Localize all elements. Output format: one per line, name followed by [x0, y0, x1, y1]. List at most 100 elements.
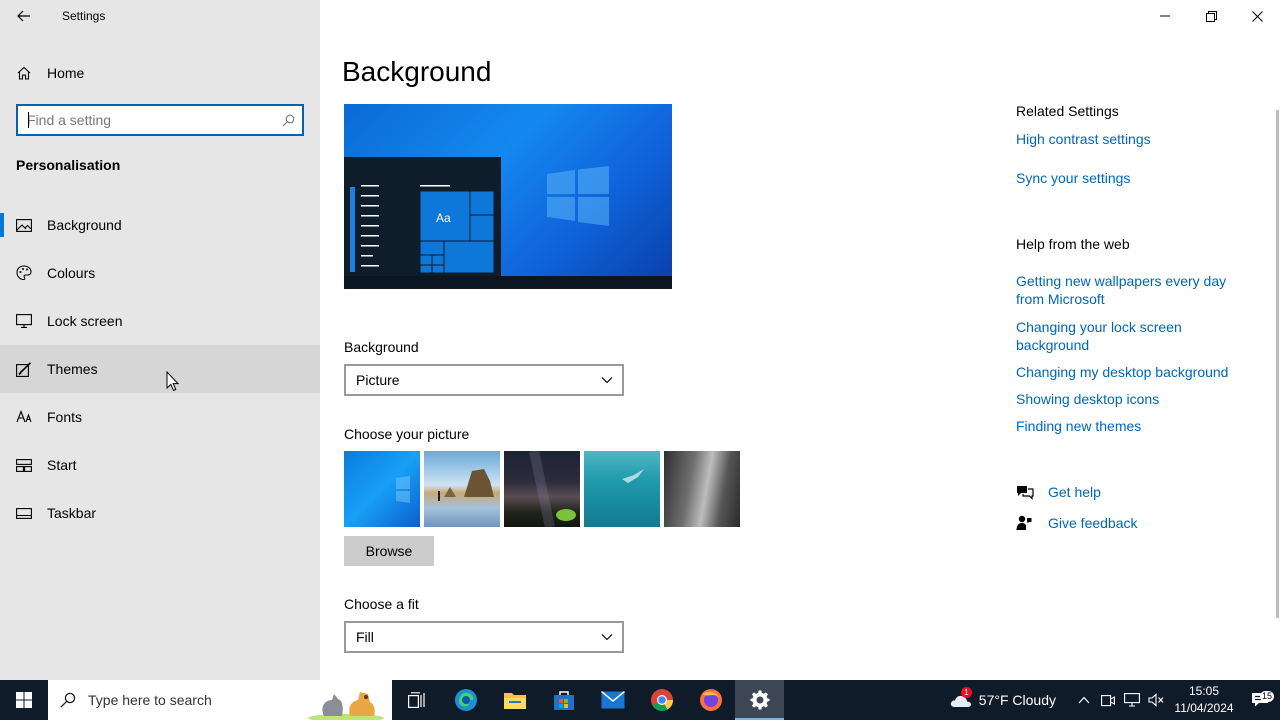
- picture-thumbnail-cliff[interactable]: [664, 451, 740, 527]
- picture-icon: [15, 218, 33, 232]
- close-button[interactable]: [1234, 0, 1280, 32]
- back-button[interactable]: [0, 0, 48, 32]
- clock-date: 11/04/2024: [1174, 701, 1234, 715]
- link-new-themes[interactable]: Finding new themes: [1016, 417, 1246, 435]
- link-sync-settings[interactable]: Sync your settings: [1016, 169, 1246, 187]
- taskbar-edge[interactable]: [441, 680, 490, 720]
- windows-logo-icon: [396, 476, 410, 503]
- taskbar-search[interactable]: Type here to search: [48, 680, 392, 720]
- weather-text: 57°F Cloudy: [978, 692, 1056, 708]
- mouse-pointer-icon: [166, 371, 179, 392]
- text-caret: [28, 112, 29, 128]
- related-settings-title: Related Settings: [1016, 103, 1119, 119]
- sidebar-item-label: Taskbar: [47, 505, 97, 521]
- get-help-link[interactable]: Get help: [1016, 482, 1101, 502]
- tray-volume-button[interactable]: [1144, 693, 1168, 707]
- sidebar-item-lock-screen[interactable]: Lock screen: [0, 297, 320, 345]
- link-desktop-icons[interactable]: Showing desktop icons: [1016, 390, 1246, 408]
- clock-time: 15:05: [1188, 684, 1220, 698]
- give-feedback-link[interactable]: Give feedback: [1016, 513, 1138, 533]
- search-icon[interactable]: [274, 114, 302, 127]
- taskbar-icon: [15, 507, 33, 519]
- window-controls: [1142, 0, 1280, 32]
- picture-thumbnail-night-sky[interactable]: [504, 449, 580, 529]
- sidebar-item-themes[interactable]: Themes: [0, 345, 320, 393]
- taskbar-chrome[interactable]: [637, 680, 686, 720]
- task-view-button[interactable]: [392, 680, 441, 720]
- find-setting-input[interactable]: [18, 106, 274, 134]
- find-setting-search[interactable]: [16, 104, 304, 136]
- minimize-button[interactable]: [1142, 0, 1188, 32]
- scrollbar[interactable]: [1276, 110, 1279, 618]
- sidebar-item-start[interactable]: Start: [0, 441, 320, 489]
- action-center-button[interactable]: 15: [1240, 691, 1280, 708]
- task-view-icon: [407, 692, 425, 708]
- palette-icon: [15, 265, 33, 281]
- taskbar-file-explorer[interactable]: [490, 680, 539, 720]
- background-label: Background: [344, 339, 419, 355]
- pets-illustration-icon: [308, 692, 384, 720]
- close-icon: [1251, 10, 1263, 22]
- chat-help-icon: [1016, 484, 1034, 500]
- background-dropdown-value: Picture: [356, 372, 400, 388]
- taskbar-firefox[interactable]: [686, 680, 735, 720]
- start-button[interactable]: [0, 680, 48, 720]
- taskbar-settings[interactable]: [735, 680, 784, 720]
- taskbar-mail[interactable]: [588, 680, 637, 720]
- link-lock-screen-background[interactable]: Changing your lock screen background: [1016, 318, 1246, 354]
- meet-camera-icon: [1101, 695, 1115, 707]
- sidebar-item-colours[interactable]: Colours: [0, 249, 320, 297]
- link-high-contrast[interactable]: High contrast settings: [1016, 130, 1246, 148]
- background-preview: Aa: [344, 104, 672, 289]
- rock-arch-image: [438, 469, 494, 501]
- chevron-up-icon: [1078, 696, 1090, 704]
- picture-thumbnail-windows[interactable]: [344, 451, 420, 527]
- font-icon: [15, 410, 33, 424]
- picture-thumbnail-underwater[interactable]: [584, 451, 660, 527]
- section-title: Personalisation: [16, 157, 121, 173]
- fit-dropdown[interactable]: Fill: [344, 621, 624, 653]
- background-dropdown[interactable]: Picture: [344, 364, 624, 396]
- sidebar-item-background[interactable]: Background: [0, 201, 320, 249]
- link-new-wallpapers[interactable]: Getting new wallpapers every day from Mi…: [1016, 272, 1246, 308]
- page-title: Background: [342, 56, 492, 87]
- search-icon: [48, 692, 88, 708]
- sidebar-item-taskbar[interactable]: Taskbar: [0, 489, 320, 537]
- sidebar-item-label: Fonts: [47, 409, 83, 425]
- sidebar-item-fonts[interactable]: Fonts: [0, 393, 320, 441]
- tray-meet-button[interactable]: [1096, 693, 1120, 707]
- tent-glow-image: [529, 449, 576, 529]
- clock[interactable]: 15:05 11/04/2024: [1168, 683, 1240, 717]
- tray-network-button[interactable]: [1120, 693, 1144, 707]
- choose-fit-label: Choose a fit: [344, 596, 419, 612]
- sidebar-item-label: Themes: [47, 361, 98, 377]
- feedback-icon: [1016, 515, 1034, 531]
- show-hidden-icons-button[interactable]: [1072, 696, 1096, 704]
- home-label: Home: [47, 65, 85, 81]
- back-arrow-icon: [17, 10, 30, 22]
- monitor-icon: [15, 314, 33, 328]
- sidebar-item-label: Colours: [47, 265, 96, 281]
- get-help-label: Get help: [1048, 484, 1101, 500]
- weather-widget[interactable]: 1 57°F Cloudy: [949, 687, 1056, 709]
- notification-count: 15: [1259, 691, 1274, 702]
- windows-start-icon: [16, 692, 32, 708]
- taskbar-search-placeholder: Type here to search: [88, 692, 212, 708]
- swimmer-image: [622, 469, 644, 483]
- taskbar-store[interactable]: [539, 680, 588, 720]
- cloud-icon: 1: [949, 687, 973, 709]
- restore-icon: [1205, 10, 1217, 22]
- chevron-down-icon: [601, 377, 613, 384]
- folder-icon: [503, 693, 526, 709]
- sidebar-home[interactable]: Home: [0, 57, 320, 89]
- sidebar-item-label: Start: [47, 457, 77, 473]
- windows-logo-glow: [547, 166, 609, 226]
- restore-button[interactable]: [1188, 0, 1234, 32]
- network-icon: [1124, 693, 1140, 707]
- link-desktop-background[interactable]: Changing my desktop background: [1016, 363, 1246, 381]
- preview-taskbar: [344, 276, 672, 289]
- help-web-title: Help from the web: [1016, 236, 1130, 252]
- app-title: Settings: [62, 9, 106, 23]
- picture-thumbnail-beach[interactable]: [424, 451, 500, 527]
- browse-button[interactable]: Browse: [344, 536, 434, 566]
